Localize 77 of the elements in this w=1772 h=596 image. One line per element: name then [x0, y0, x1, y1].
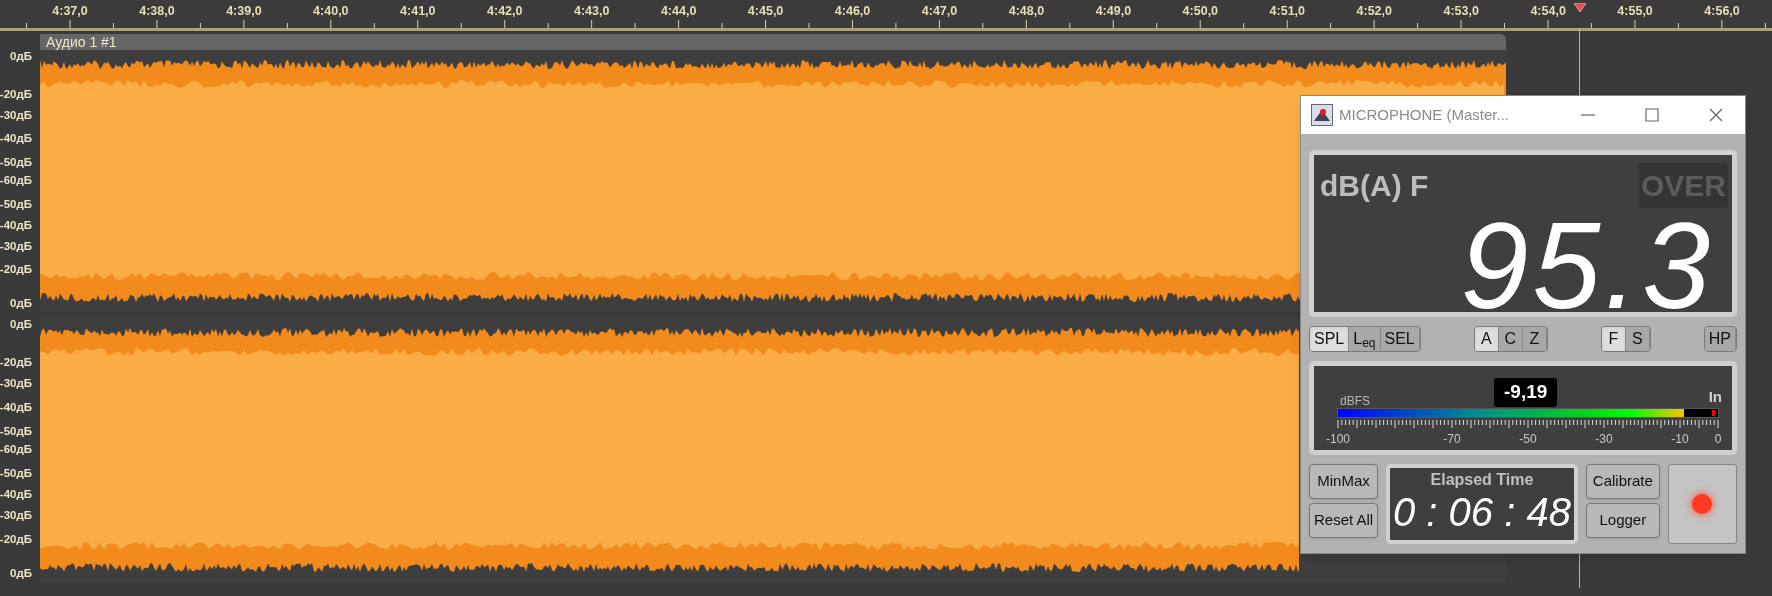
app-icon [1311, 104, 1333, 126]
time-label: 4:52,0 [1356, 3, 1392, 20]
toggle-button[interactable]: S [1625, 327, 1650, 351]
db-scale-label: -40дБ [0, 131, 32, 147]
db-scale-label: -40дБ [0, 487, 32, 503]
time-label: 4:39,0 [226, 3, 262, 20]
playhead-marker-icon[interactable] [1574, 3, 1586, 12]
time-label: 4:50,0 [1182, 3, 1219, 20]
time-label: 4:48,0 [1008, 3, 1045, 20]
button[interactable]: MinMax [1309, 464, 1379, 499]
toggle-button[interactable]: HP [1704, 327, 1736, 351]
db-scale-label: -60дБ [0, 442, 32, 458]
dbfs-reading: -9,19 [1494, 378, 1558, 407]
db-scale-label: -20дБ [0, 355, 32, 371]
db-scale-label: -20дБ [0, 532, 32, 548]
time-label: 4:46,0 [834, 3, 871, 20]
db-scale-label: 0дБ [10, 316, 32, 332]
time-label: 4:45,0 [747, 3, 784, 20]
window-title: MICROPHONE (Master... [1339, 104, 1511, 125]
button[interactable]: Logger [1585, 503, 1660, 538]
meter-scale-label: -50 [1519, 431, 1537, 448]
time-label: 4:43,0 [573, 3, 610, 20]
meter-scale-label: -100 [1326, 431, 1350, 448]
channel-label: In [1708, 387, 1722, 407]
close-icon [1708, 107, 1724, 123]
toggle-button[interactable]: C [1498, 327, 1523, 351]
record-button[interactable] [1667, 464, 1737, 544]
time-label: 4:47,0 [921, 3, 958, 20]
peak-marker [1712, 410, 1715, 416]
db-scale-label: 0дБ [10, 296, 32, 312]
time-label: 4:41,0 [400, 3, 436, 20]
db-scale-label: -30дБ [0, 238, 32, 254]
track-title: Аудио 1 #1 [40, 34, 1506, 50]
time-label: 4:37,0 [52, 3, 88, 20]
time-label: 4:49,0 [1095, 3, 1132, 20]
db-scale-label: -40дБ [0, 400, 32, 416]
db-scale-label: 0дБ [10, 48, 32, 64]
minimize-icon [1580, 114, 1596, 116]
db-scale-label: -20дБ [0, 262, 32, 278]
time-label: 4:54,0 [1530, 3, 1566, 20]
db-scale-label: -50дБ [0, 466, 32, 482]
time-label: 4:51,0 [1269, 3, 1305, 20]
toggle-button[interactable]: SPL [1310, 327, 1350, 351]
toggle-button[interactable]: F [1601, 327, 1626, 351]
db-scale-label: -30дБ [0, 107, 32, 123]
meter-scale-label: -10 [1671, 431, 1689, 448]
button[interactable]: Calibrate [1585, 464, 1660, 499]
elapsed-time-label: Elapsed Time [1430, 470, 1534, 490]
time-label: 4:38,0 [139, 3, 175, 20]
time-label: 4:55,0 [1617, 3, 1653, 20]
maximize-icon [1644, 107, 1660, 123]
elapsed-time-value: 0 : 06 : 48 [1393, 490, 1571, 534]
toggle-button[interactable]: Z [1522, 327, 1547, 351]
db-scale-label: -50дБ [0, 155, 32, 171]
db-scale-label: -50дБ [0, 423, 32, 439]
time-label: 4:56,0 [1704, 3, 1740, 20]
meter-scale-label: 0 [1714, 431, 1722, 448]
meter-scale-label: -30 [1595, 431, 1613, 448]
spl-reading: 95.3 [1460, 220, 1714, 312]
db-scale-label: -40дБ [0, 217, 32, 233]
meter-scale-label: -70 [1443, 431, 1461, 448]
toggle-button[interactable]: L$_{eq}$ [1349, 327, 1381, 351]
button[interactable]: Reset All [1309, 503, 1379, 538]
db-scale-label: -30дБ [0, 376, 32, 392]
time-label: 4:40,0 [313, 3, 349, 20]
db-scale-label: 0дБ [10, 566, 32, 582]
time-label: 4:44,0 [660, 3, 697, 20]
time-label: 4:42,0 [487, 3, 523, 20]
weighting-label: dB(A) F [1320, 168, 1429, 204]
db-scale-label: -30дБ [0, 508, 32, 524]
db-scale-label: -20дБ [0, 86, 32, 102]
db-scale-label: -60дБ [0, 173, 32, 189]
toggle-button[interactable]: A [1474, 327, 1499, 351]
unit-label: dBFS [1340, 393, 1370, 410]
time-label: 4:53,0 [1443, 3, 1479, 20]
db-scale-label: -50дБ [0, 196, 32, 212]
toggle-button[interactable]: SEL [1380, 327, 1420, 351]
